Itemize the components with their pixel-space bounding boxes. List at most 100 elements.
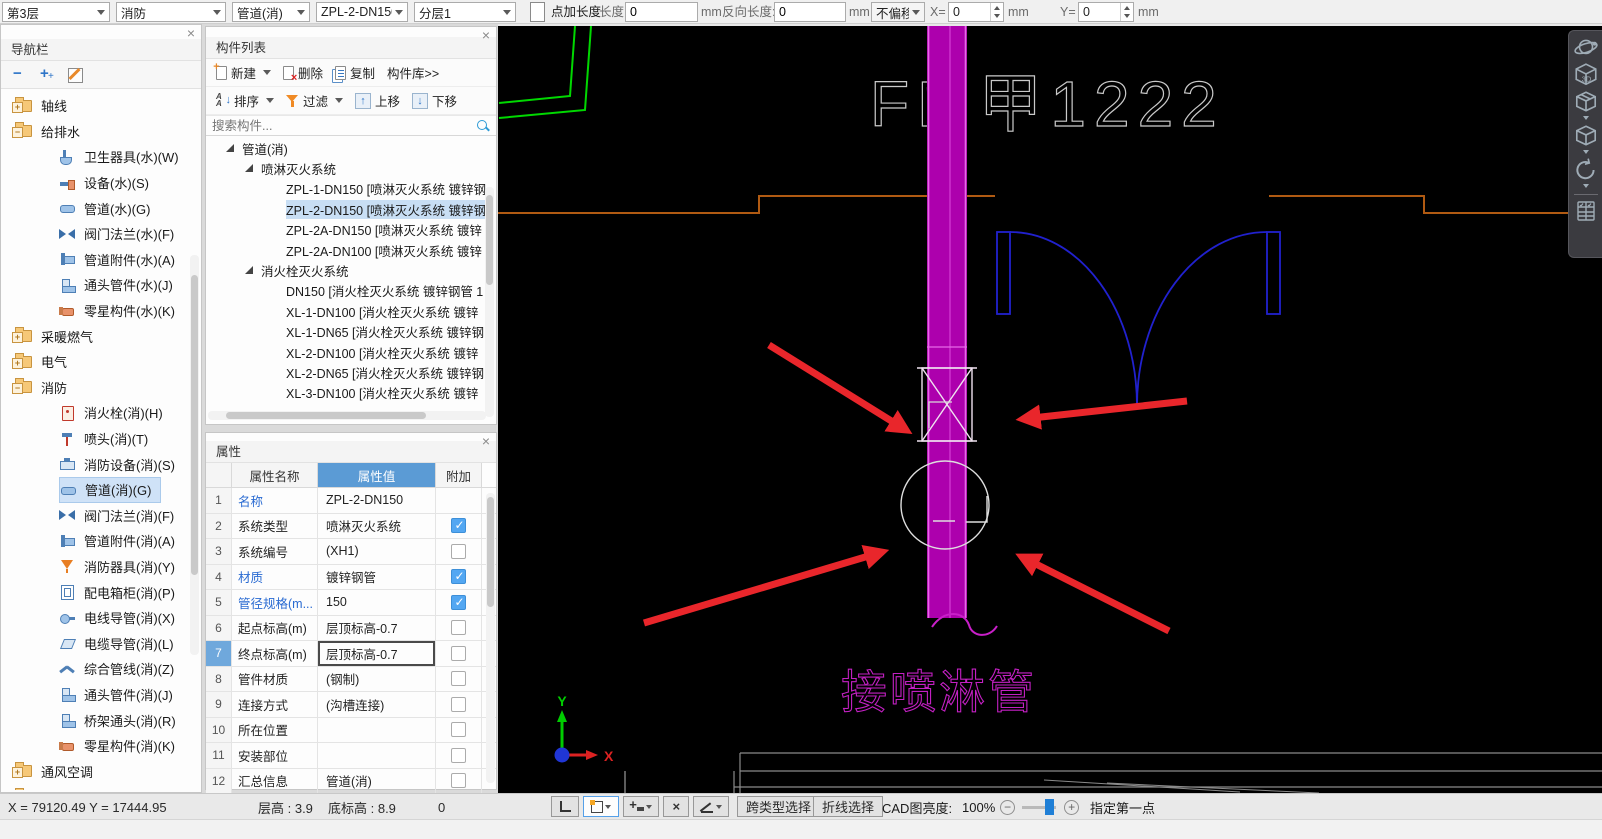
property-value[interactable]: (XH1) bbox=[318, 539, 436, 564]
reverse-length-input[interactable] bbox=[774, 2, 846, 22]
property-row[interactable]: 9 连接方式 (沟槽连接) bbox=[206, 692, 496, 718]
nav-item[interactable]: 配电箱柜(消)(P) bbox=[59, 579, 184, 605]
properties-scrollbar[interactable] bbox=[486, 493, 495, 783]
close-icon[interactable]: × bbox=[187, 27, 195, 39]
nav-item[interactable]: 消防 bbox=[15, 375, 76, 401]
attach-cell[interactable] bbox=[436, 692, 482, 717]
nav-item[interactable]: 阀门法兰(消)(F) bbox=[59, 503, 183, 529]
nav-item[interactable]: 通头管件(消)(J) bbox=[59, 682, 182, 708]
expand-all-icon[interactable] bbox=[39, 66, 57, 84]
property-value[interactable]: (沟槽连接) bbox=[318, 692, 436, 717]
move-up-button[interactable]: ↑上移 bbox=[351, 89, 404, 112]
nav-item[interactable]: 桥架通头(消)(R) bbox=[59, 707, 185, 733]
component-item[interactable]: XL-1-DN65 [消火栓灭火系统 镀锌钢 bbox=[206, 322, 496, 342]
navigator-scrollbar[interactable] bbox=[190, 255, 199, 655]
component-item[interactable]: ZPL-1-DN150 [喷淋灭火系统 镀锌钢 bbox=[206, 179, 496, 199]
component-hscrollbar[interactable] bbox=[208, 411, 486, 420]
property-value[interactable] bbox=[318, 743, 436, 768]
attach-checkbox[interactable] bbox=[451, 773, 466, 788]
nav-item[interactable]: 管道附件(消)(A) bbox=[59, 528, 184, 554]
nav-item[interactable]: 消火栓(消)(H) bbox=[59, 400, 172, 426]
category-dropdown[interactable]: 消防 bbox=[116, 2, 226, 22]
intersect-button[interactable]: × bbox=[663, 796, 689, 817]
nav-item[interactable]: 通风空调 bbox=[15, 758, 102, 784]
component-item[interactable]: ZPL-2-DN150 [喷淋灭火系统 镀锌钢 bbox=[206, 199, 496, 219]
property-row[interactable]: 1 名称 ZPL-2-DN150 bbox=[206, 488, 496, 514]
property-value[interactable]: 管道(消) bbox=[318, 769, 436, 794]
slider-handle[interactable] bbox=[1045, 799, 1054, 815]
attach-checkbox[interactable] bbox=[451, 569, 466, 584]
filter-button[interactable]: 过滤 bbox=[282, 89, 347, 112]
attach-checkbox[interactable] bbox=[451, 518, 466, 533]
offset-dropdown[interactable]: 不偏移 bbox=[871, 2, 925, 22]
expander-icon[interactable] bbox=[245, 164, 254, 173]
point-draw-button[interactable] bbox=[623, 796, 659, 817]
search-input[interactable] bbox=[212, 119, 476, 133]
component-item[interactable]: DN150 [消火栓灭火系统 镀锌钢管 1 bbox=[206, 281, 496, 301]
property-value[interactable]: ZPL-2-DN150 bbox=[318, 488, 436, 513]
3d-view-icon[interactable]: 3D bbox=[1573, 62, 1599, 88]
property-row[interactable]: 12 汇总信息 管道(消) bbox=[206, 769, 496, 795]
component-dropdown[interactable]: ZPL-2-DN150 bbox=[316, 2, 408, 22]
property-value[interactable]: (钢制) bbox=[318, 667, 436, 692]
property-row[interactable]: 3 系统编号 (XH1) bbox=[206, 539, 496, 565]
property-row[interactable]: 4 材质 镀锌钢管 bbox=[206, 565, 496, 591]
y-offset-stepper[interactable]: 0 bbox=[1078, 2, 1134, 22]
component-item[interactable]: XL-2-DN65 [消火栓灭火系统 镀锌钢 bbox=[206, 362, 496, 382]
polyline-select-button[interactable]: 折线选择 bbox=[813, 796, 883, 817]
attach-checkbox[interactable] bbox=[451, 646, 466, 661]
batch-select-table-icon[interactable] bbox=[1574, 199, 1598, 223]
nav-item[interactable]: 零星构件(水)(K) bbox=[59, 298, 184, 324]
property-value[interactable]: 镀锌钢管 bbox=[318, 565, 436, 590]
orbit-view-icon[interactable] bbox=[1573, 35, 1599, 61]
property-row[interactable]: 10 所在位置 bbox=[206, 718, 496, 744]
nav-item[interactable]: 通头管件(水)(J) bbox=[59, 272, 182, 298]
point-add-length-checkbox[interactable] bbox=[530, 2, 545, 22]
component-library-button[interactable]: 构件库>> bbox=[383, 61, 443, 84]
attach-cell[interactable] bbox=[436, 743, 482, 768]
property-row[interactable]: 11 安装部位 bbox=[206, 743, 496, 769]
nav-item[interactable]: 消防设备(消)(S) bbox=[59, 451, 184, 477]
nav-item[interactable]: 管道(消)(G) bbox=[59, 477, 161, 503]
nav-item[interactable]: 消防器具(消)(Y) bbox=[59, 554, 184, 580]
attach-checkbox[interactable] bbox=[451, 671, 466, 686]
cad-viewport[interactable]: FM甲1222 接喷淋管 bbox=[498, 26, 1602, 793]
nav-item[interactable]: 管道(水)(G) bbox=[59, 195, 159, 221]
attach-cell[interactable] bbox=[436, 590, 482, 615]
property-row[interactable]: 7 终点标高(m) 层顶标高-0.7 bbox=[206, 641, 496, 667]
brightness-increase-button[interactable]: + bbox=[1064, 794, 1079, 820]
cross-type-select-button[interactable]: 跨类型选择 bbox=[737, 796, 820, 817]
component-item[interactable]: ZPL-2A-DN150 [喷淋灭火系统 镀锌 bbox=[206, 220, 496, 240]
angle-draw-button[interactable] bbox=[693, 796, 729, 817]
nav-item[interactable]: 卫生器具(水)(W) bbox=[59, 144, 188, 170]
component-item[interactable]: 喷淋灭火系统 bbox=[206, 158, 496, 178]
close-icon[interactable]: × bbox=[482, 29, 490, 41]
property-row[interactable]: 8 管件材质 (钢制) bbox=[206, 667, 496, 693]
expander-icon[interactable] bbox=[245, 266, 254, 275]
layer-dropdown[interactable]: 分层1 bbox=[414, 2, 516, 22]
sprinkler-pipe[interactable] bbox=[927, 26, 967, 618]
x-offset-stepper[interactable]: 0 bbox=[948, 2, 1004, 22]
nav-item[interactable]: 阀门法兰(水)(F) bbox=[59, 221, 183, 247]
edit-navigation-icon[interactable] bbox=[67, 66, 85, 84]
property-row[interactable]: 2 系统类型 喷淋灭火系统 bbox=[206, 514, 496, 540]
property-row[interactable]: 5 管径规格(m... 150 bbox=[206, 590, 496, 616]
attach-cell[interactable] bbox=[436, 616, 482, 641]
chevron-down-icon[interactable] bbox=[1583, 184, 1589, 188]
brightness-slider[interactable] bbox=[1022, 794, 1056, 820]
floor-dropdown[interactable]: 第3层 bbox=[2, 2, 110, 22]
delete-component-button[interactable]: 删除 bbox=[279, 61, 327, 84]
copy-component-button[interactable]: 复制 bbox=[331, 61, 379, 84]
attach-cell[interactable] bbox=[436, 641, 482, 666]
attach-cell[interactable] bbox=[436, 539, 482, 564]
attach-cell[interactable] bbox=[436, 488, 482, 513]
isometric-view-icon[interactable] bbox=[1573, 89, 1599, 115]
component-item[interactable]: XL-2-DN100 [消火栓灭火系统 镀锌 bbox=[206, 342, 496, 362]
length-input[interactable] bbox=[625, 2, 698, 22]
snap-mode-button[interactable] bbox=[583, 796, 619, 817]
nav-item[interactable]: 综合管线(消)(Z) bbox=[59, 656, 183, 682]
ortho-mode-button[interactable] bbox=[551, 796, 579, 817]
chevron-down-icon[interactable] bbox=[1583, 116, 1589, 120]
cad-canvas[interactable]: FM甲1222 接喷淋管 bbox=[498, 26, 1602, 793]
nav-item[interactable]: 电气 bbox=[15, 349, 76, 375]
